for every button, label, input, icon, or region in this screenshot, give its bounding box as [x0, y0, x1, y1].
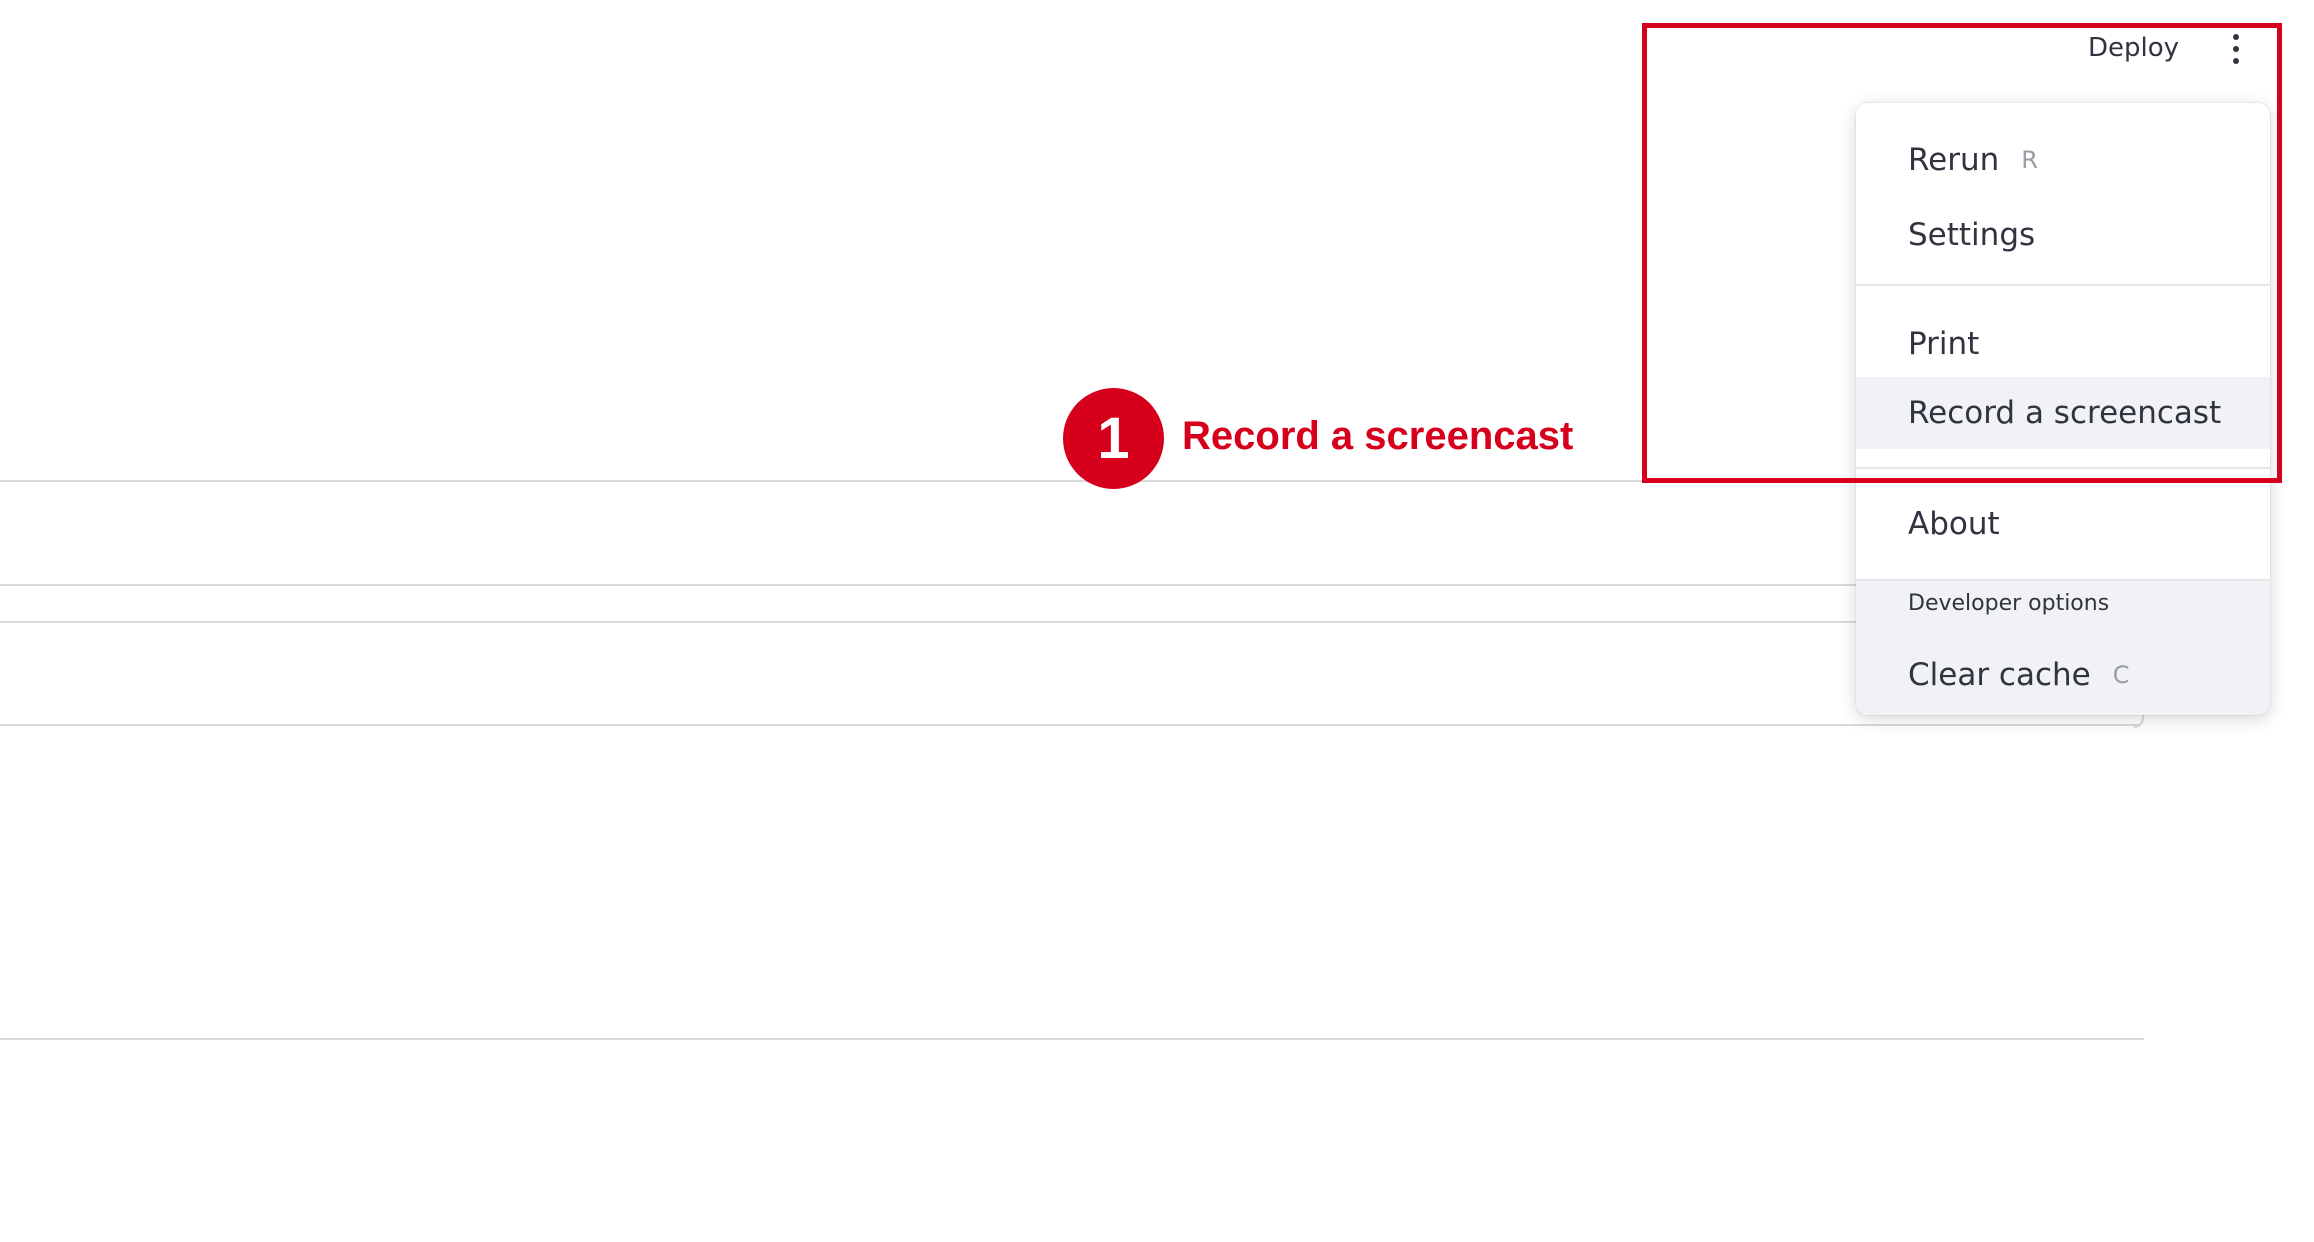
developer-options-heading: Developer options	[1908, 591, 2110, 616]
menu-divider	[1856, 579, 2270, 581]
step-instruction-label: Record a screencast	[1182, 414, 1574, 458]
input-box-top-border	[0, 584, 1856, 586]
step-number-badge: 1	[1063, 388, 1164, 489]
main-menu-dropdown: Rerun R Settings Print Record a screenca…	[1856, 103, 2270, 715]
menu-divider	[1856, 467, 2270, 469]
input-box-top-border	[0, 621, 1856, 623]
divider-line	[0, 480, 1856, 482]
main-menu-button[interactable]	[2216, 26, 2256, 72]
menu-item-record-screencast[interactable]: Record a screencast	[1856, 377, 2270, 449]
menu-item-label: Settings	[1908, 217, 2036, 253]
app-viewport: Deploy Rerun R Settings Print Record a s…	[0, 0, 2314, 1242]
menu-item-about[interactable]: About	[1856, 488, 2270, 560]
menu-item-rerun[interactable]: Rerun R	[1856, 124, 2270, 196]
menu-item-label: Rerun	[1908, 142, 2000, 178]
menu-item-label: Clear cache	[1908, 657, 2091, 693]
kebab-vertical-icon	[2233, 46, 2239, 52]
shortcut-hint: C	[2112, 661, 2130, 689]
kebab-vertical-icon	[2233, 34, 2239, 40]
menu-item-label: Record a screencast	[1908, 395, 2222, 431]
input-box-bottom-border	[0, 724, 2140, 726]
menu-item-print[interactable]: Print	[1856, 308, 2270, 380]
divider-line	[0, 1038, 2144, 1040]
shortcut-hint: R	[2021, 146, 2038, 174]
kebab-vertical-icon	[2233, 58, 2239, 64]
menu-item-label: Print	[1908, 326, 1980, 362]
input-box-corner	[2134, 714, 2144, 728]
menu-item-clear-cache[interactable]: Clear cache C	[1856, 639, 2270, 711]
deploy-button[interactable]: Deploy	[2070, 24, 2197, 72]
menu-item-settings[interactable]: Settings	[1856, 199, 2270, 271]
menu-item-label: About	[1908, 506, 2000, 542]
menu-divider	[1856, 284, 2270, 286]
